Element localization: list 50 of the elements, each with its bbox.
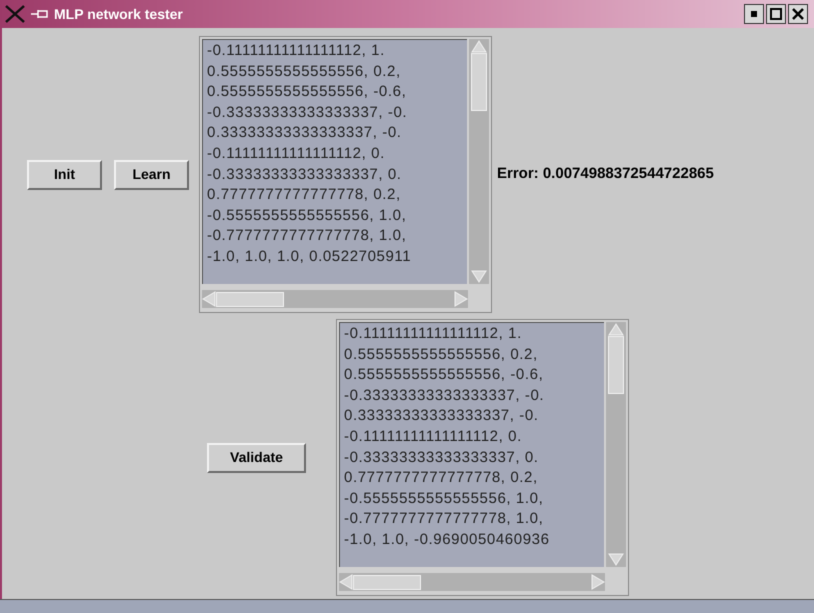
window-title: MLP network tester [54,4,183,24]
validate-button[interactable]: Validate [207,442,306,472]
text-line: -0.11111111111111112, 1. [207,41,385,61]
text-line: -0.11111111111111112, 0. [344,426,522,447]
text-line: 0.5555555555555556, 0.2, [344,344,538,365]
output-text-area[interactable] [202,39,468,284]
pin-icon [30,8,50,20]
text-line: -0.33333333333333337, 0. [207,164,402,185]
action-button[interactable]: Init [27,160,102,190]
text-line: -0.7777777777777778, 1.0, [344,509,544,530]
up-arrow-icon[interactable] [608,322,624,336]
horizontal-scrollbar[interactable] [339,573,605,591]
scroll-thumb[interactable] [608,336,624,394]
left-arrow-icon[interactable] [339,574,353,590]
text-line: -0.7777777777777778, 1.0, [207,226,406,246]
text-line: -0.5555555555555556, 1.0, [207,206,406,226]
text-line: -0.5555555555555556, 1.0, [344,488,544,509]
scroll-thumb[interactable] [216,292,284,306]
error-label: Error: 0.0074988372544722865 [497,164,714,184]
text-line: -1.0, 1.0, 1.0, 0.0522705911 [207,246,412,267]
text-line: -0.11111111111111112, 1. [344,324,522,344]
horizontal-scrollbar[interactable] [202,290,468,308]
vertical-scrollbar[interactable] [606,322,626,567]
text-line: -0.11111111111111112, 0. [207,144,385,164]
left-arrow-icon[interactable] [202,291,216,307]
text-line: 0.5555555555555556, -0.6, [344,365,544,386]
up-arrow-icon[interactable] [471,39,488,53]
text-line: 0.5555555555555556, 0.2, [207,62,401,82]
text-line: 0.33333333333333337, -0. [344,406,539,426]
vertical-scrollbar[interactable] [469,39,489,284]
text-line: -1.0, 1.0, -0.9690050460936 [344,530,550,550]
x-logo-icon [4,4,26,24]
text-line: -0.33333333333333337, 0. [344,448,539,468]
down-arrow-icon[interactable] [471,270,488,284]
right-arrow-icon[interactable] [454,291,468,307]
text-line: 0.33333333333333337, -0. [207,123,402,144]
close-button[interactable] [788,4,808,24]
text-line: -0.33333333333333337, -0. [344,386,544,406]
output-text-area[interactable] [339,322,604,567]
text-line: 0.7777777777777778, 0.2, [207,185,401,206]
maximize-button[interactable] [766,4,786,24]
scroll-thumb[interactable] [353,574,421,590]
text-line: 0.7777777777777778, 0.2, [344,468,538,488]
down-arrow-icon[interactable] [608,553,624,567]
scroll-thumb[interactable] [471,53,488,111]
minimize-button[interactable] [744,4,764,24]
action-button[interactable]: Learn [114,160,189,190]
right-arrow-icon[interactable] [591,574,605,590]
text-line: 0.5555555555555556, -0.6, [207,82,406,102]
text-line: -0.33333333333333337, -0. [207,102,408,123]
